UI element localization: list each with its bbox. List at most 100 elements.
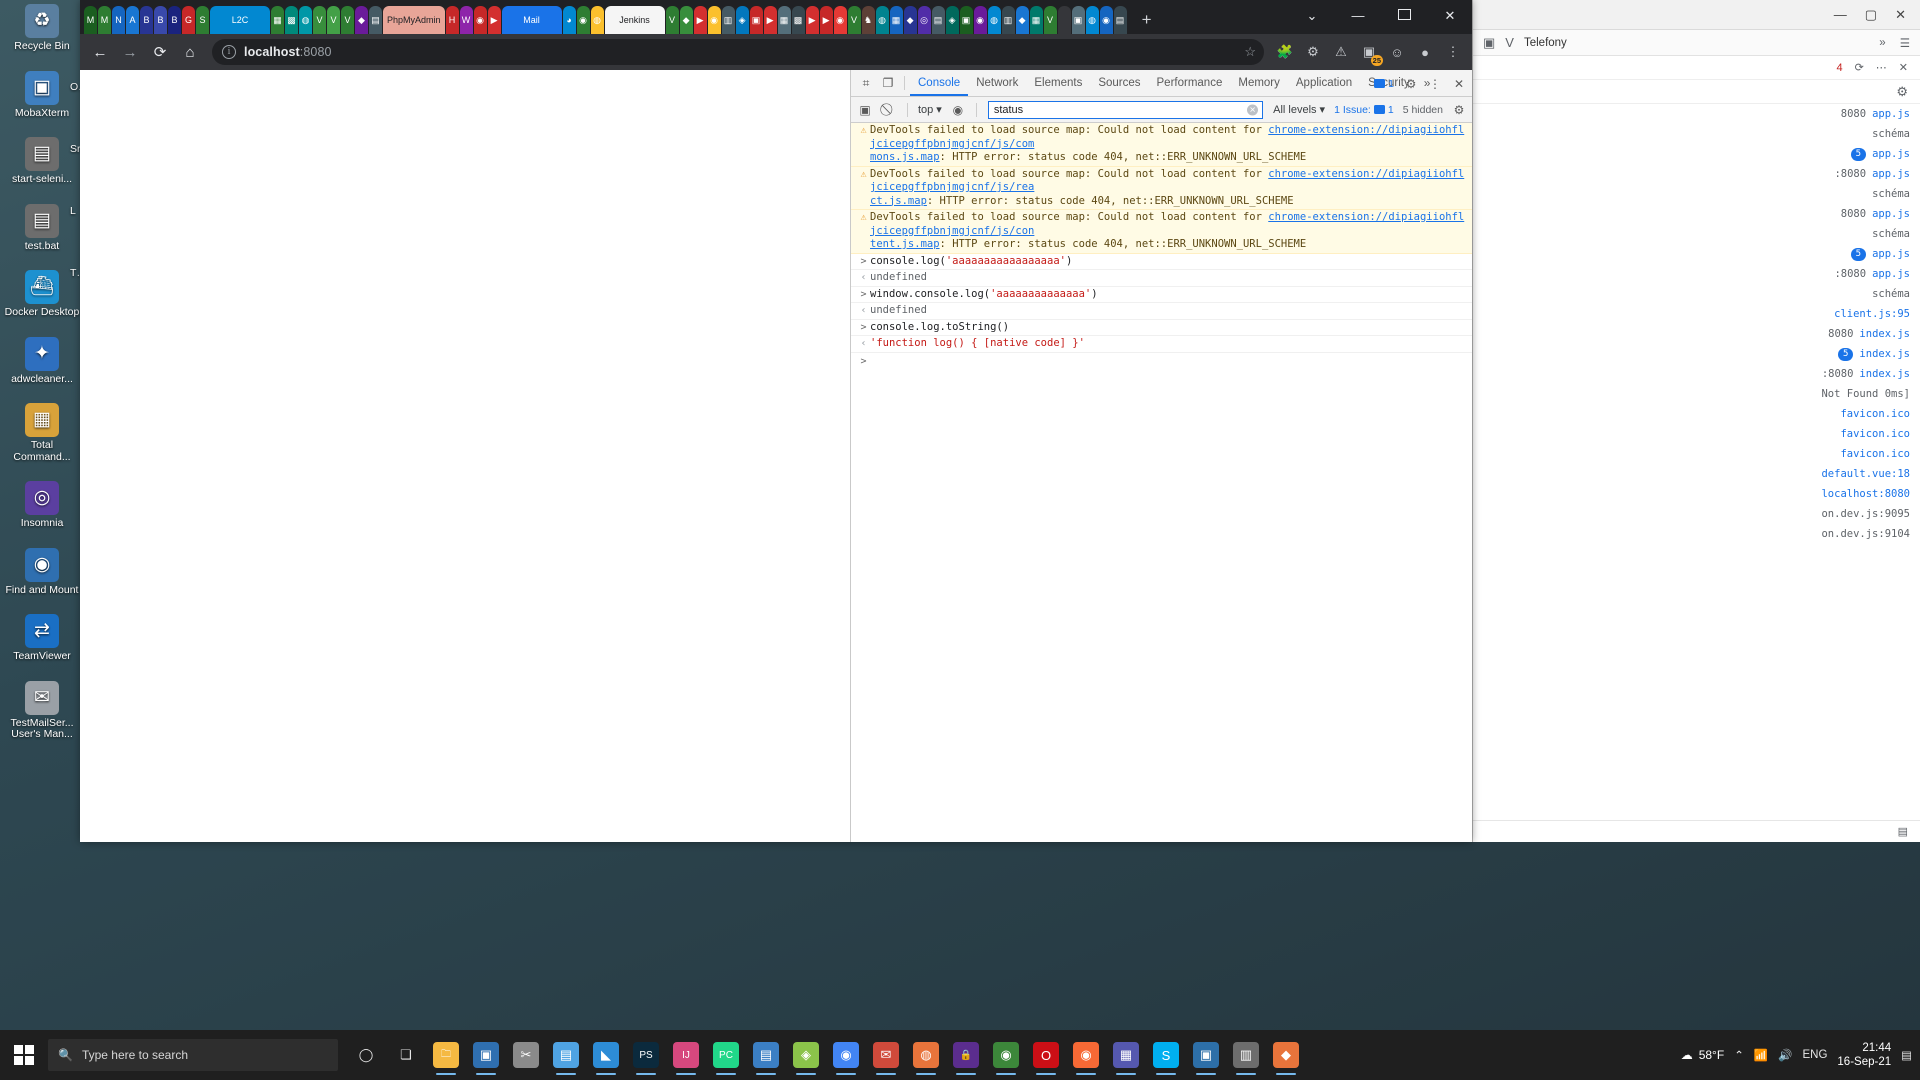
bgwin-list-item[interactable]: on.dev.js:9104 bbox=[1473, 524, 1920, 544]
browser-tab[interactable]: M bbox=[84, 6, 97, 34]
forward-button[interactable]: → bbox=[116, 38, 144, 66]
site-info-icon[interactable]: i bbox=[222, 45, 236, 59]
console-message-list[interactable]: ⚠DevTools failed to load source map: Cou… bbox=[851, 123, 1472, 842]
bgwin-menu-icon[interactable]: ☰ bbox=[1900, 36, 1910, 50]
browser-tab[interactable]: ◍ bbox=[591, 6, 604, 34]
chrome-menu-icon[interactable]: ⋮ bbox=[1440, 39, 1466, 65]
browser-tab[interactable]: H bbox=[446, 6, 459, 34]
taskbar-item-mail-app[interactable]: ✉ bbox=[866, 1033, 906, 1077]
browser-tab[interactable]: ▣ bbox=[750, 6, 763, 34]
browser-tab[interactable]: ◍ bbox=[876, 6, 889, 34]
taskbar-item-firefox-browser[interactable]: ◍ bbox=[906, 1033, 946, 1077]
devtools-tab-application[interactable]: Application bbox=[1288, 70, 1360, 96]
browser-tab[interactable]: B bbox=[140, 6, 153, 34]
bgwin-item-source[interactable]: app.js bbox=[1872, 268, 1910, 280]
taskbar-item-mobaxterm[interactable]: ▣ bbox=[466, 1033, 506, 1077]
taskbar-search-box[interactable]: 🔍 Type here to search bbox=[48, 1039, 338, 1071]
bgwin-item-source[interactable]: favicon.ico bbox=[1840, 448, 1910, 460]
browser-tab[interactable]: ◉ bbox=[834, 6, 847, 34]
bgwin-list-item[interactable]: default.vue:18 bbox=[1473, 464, 1920, 484]
taskbar-item-image-app[interactable]: ▣ bbox=[1186, 1033, 1226, 1077]
browser-tab[interactable]: ▦ bbox=[1030, 6, 1043, 34]
inspect-element-icon[interactable]: ⌗ bbox=[855, 72, 877, 94]
browser-tab[interactable]: ◆ bbox=[904, 6, 917, 34]
browser-tab[interactable]: ▩ bbox=[285, 6, 298, 34]
devtools-tab-performance[interactable]: Performance bbox=[1149, 70, 1231, 96]
taskbar-item-paint-app[interactable]: ◆ bbox=[1266, 1033, 1306, 1077]
taskbar-item-node-app[interactable]: ◉ bbox=[986, 1033, 1026, 1077]
browser-tab[interactable]: ◈ bbox=[946, 6, 959, 34]
console-message-output[interactable]: ‹undefined bbox=[851, 270, 1472, 287]
bgwin-list-item[interactable]: :8080app.js bbox=[1473, 164, 1920, 184]
browser-tab[interactable]: PhpMyAdmin bbox=[383, 6, 445, 34]
desktop-icon-insomnia[interactable]: ◎Insomnia bbox=[4, 481, 80, 530]
browser-tab[interactable]: ▶ bbox=[694, 6, 707, 34]
bgwin-expand-icon[interactable]: » bbox=[1879, 37, 1885, 49]
warning-triangle-icon[interactable]: ⚠ bbox=[1328, 39, 1354, 65]
minimize-window-button[interactable]: — bbox=[1342, 2, 1374, 30]
taskbar-item-intellij-idea[interactable]: IJ bbox=[666, 1033, 706, 1077]
profile-avatar-icon[interactable]: ● bbox=[1412, 39, 1438, 65]
background-window[interactable]: — ▢ ✕ ▣ V Telefony » ☰ 4 ⟳ ⋯ ✕ ⚙ 8080app… bbox=[1472, 0, 1920, 842]
notification-center-icon[interactable]: ▤ bbox=[1901, 1048, 1912, 1062]
browser-tab[interactable] bbox=[1058, 6, 1071, 34]
devtools-tab-memory[interactable]: Memory bbox=[1230, 70, 1288, 96]
console-message-input[interactable]: >console.log.toString() bbox=[851, 320, 1472, 337]
taskbar-item-colorful-app[interactable]: ◈ bbox=[786, 1033, 826, 1077]
browser-tab[interactable]: Mail bbox=[502, 6, 562, 34]
browser-tab[interactable]: ◍ bbox=[299, 6, 312, 34]
browser-tab[interactable]: ◉ bbox=[974, 6, 987, 34]
taskbar-item-teams-app[interactable]: ▦ bbox=[1106, 1033, 1146, 1077]
weather-widget[interactable]: ☁ 58°F bbox=[1681, 1048, 1724, 1062]
bgwin-list-item[interactable]: 8080app.js bbox=[1473, 204, 1920, 224]
bgwin-list-item[interactable]: on.dev.js:9095 bbox=[1473, 504, 1920, 524]
browser-tab[interactable]: ▶ bbox=[820, 6, 833, 34]
taskbar-item-tool-app[interactable]: ✂ bbox=[506, 1033, 546, 1077]
console-message-warning[interactable]: ⚠DevTools failed to load source map: Cou… bbox=[851, 167, 1472, 211]
taskbar-item-lock-app[interactable]: 🔒 bbox=[946, 1033, 986, 1077]
bgwin-item-source[interactable]: client.js:95 bbox=[1834, 308, 1910, 320]
browser-tab[interactable]: ◆ bbox=[355, 6, 368, 34]
browser-tab[interactable]: L2C bbox=[210, 6, 270, 34]
person-extension-icon[interactable]: ☺ bbox=[1384, 39, 1410, 65]
volume-icon[interactable]: 🔊 bbox=[1778, 1048, 1792, 1062]
bgwin-list-item[interactable]: favicon.ico bbox=[1473, 424, 1920, 444]
browser-tab[interactable]: V bbox=[313, 6, 326, 34]
browser-tab[interactable]: ♞ bbox=[862, 6, 875, 34]
home-button[interactable]: ⌂ bbox=[176, 38, 204, 66]
browser-tab[interactable]: B bbox=[168, 6, 181, 34]
tray-overflow-chevron-icon[interactable]: ⌃ bbox=[1734, 1048, 1744, 1062]
desktop-icon-total-commander[interactable]: ▦Total Command... bbox=[4, 403, 80, 463]
browser-tab[interactable]: ◉ bbox=[474, 6, 487, 34]
bgwin-item-source[interactable]: favicon.ico bbox=[1840, 428, 1910, 440]
browser-tab[interactable]: ▥ bbox=[722, 6, 735, 34]
browser-tab[interactable]: M bbox=[98, 6, 111, 34]
chrome-browser-window[interactable]: MMNABBBGSL2C▦▩◍VVV◆▤PhpMyAdminHW◉▶Mail◕◉… bbox=[80, 0, 1472, 842]
devtools-settings-icon[interactable]: ⚙ bbox=[1400, 73, 1422, 95]
browser-tab[interactable]: ◍ bbox=[988, 6, 1001, 34]
bgwin-gear-icon[interactable]: ⚙ bbox=[1896, 84, 1908, 100]
source-map-link-continued[interactable]: mons.js.map bbox=[870, 151, 940, 163]
browser-tab[interactable]: S bbox=[196, 6, 209, 34]
console-message-result[interactable]: ‹'function log() { [native code] }' bbox=[851, 336, 1472, 353]
bgwin-list-item[interactable]: :8080index.js bbox=[1473, 364, 1920, 384]
devtools-more-options-icon[interactable]: ⋮ bbox=[1424, 73, 1446, 95]
browser-tab[interactable]: B bbox=[154, 6, 167, 34]
desktop-icon-docker-desktop[interactable]: ⛴Docker Desktop bbox=[4, 270, 80, 319]
bgwin-list-item[interactable]: 5index.js bbox=[1473, 344, 1920, 364]
browser-tab[interactable]: V bbox=[327, 6, 340, 34]
taskbar-item-postman-app[interactable]: ◉ bbox=[1066, 1033, 1106, 1077]
taskbar-item-opera-browser[interactable]: O bbox=[1026, 1033, 1066, 1077]
browser-tab[interactable]: ▤ bbox=[369, 6, 382, 34]
taskbar-item-cortana[interactable]: ◯ bbox=[346, 1033, 386, 1077]
taskbar-item-tool2-app[interactable]: ▥ bbox=[1226, 1033, 1266, 1077]
browser-tab[interactable]: ▩ bbox=[792, 6, 805, 34]
bgwin-item-source[interactable]: localhost:8080 bbox=[1821, 488, 1910, 500]
bgwin-item-source[interactable]: app.js bbox=[1872, 248, 1910, 260]
new-tab-button[interactable]: + bbox=[1134, 8, 1160, 34]
browser-tab[interactable]: ▣ bbox=[960, 6, 973, 34]
console-sidebar-toggle-icon[interactable]: ▣ bbox=[854, 99, 876, 121]
taskbar-item-pycharm[interactable]: PC bbox=[706, 1033, 746, 1077]
devtools-tab-network[interactable]: Network bbox=[968, 70, 1026, 96]
browser-tab[interactable]: V bbox=[341, 6, 354, 34]
